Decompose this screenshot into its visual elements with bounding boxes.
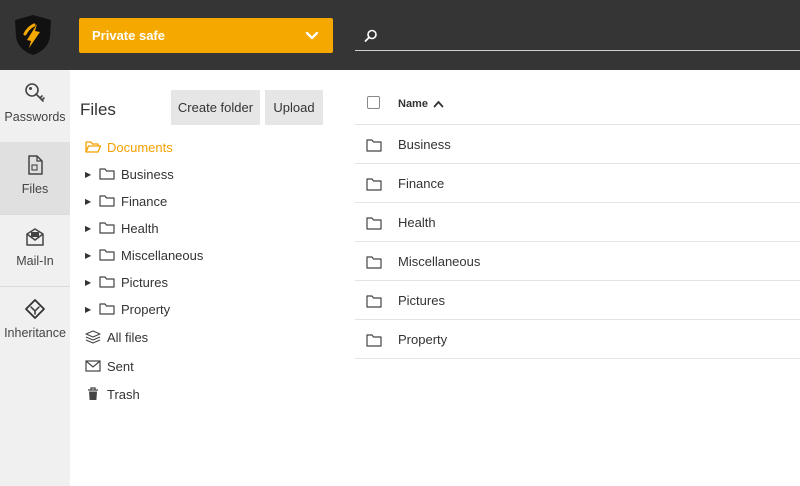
tree-node-label: Trash	[107, 386, 140, 402]
folder-icon	[366, 178, 382, 191]
name-column-label: Name	[398, 98, 428, 110]
tree-folder-finance[interactable]: ▶ Finance	[85, 190, 167, 212]
table-row[interactable]: Property	[355, 320, 800, 359]
rail-item-passwords[interactable]: Passwords	[0, 70, 70, 142]
expand-arrow-icon[interactable]: ▶	[85, 197, 95, 206]
tree-sent[interactable]: Sent	[85, 355, 134, 377]
tree-node-label: Documents	[107, 139, 173, 155]
row-name: Property	[398, 332, 448, 347]
rail-item-files[interactable]: Files	[0, 142, 70, 214]
tree-folder-property[interactable]: ▶ Property	[85, 298, 170, 320]
files-panel: Files Create folder Upload Documents ▶ B…	[70, 70, 340, 486]
folder-icon	[99, 168, 115, 180]
layers-icon	[85, 330, 101, 344]
tree-folder-business[interactable]: ▶ Business	[85, 163, 174, 185]
table-row[interactable]: Business	[355, 125, 800, 164]
tree-node-label: Finance	[121, 193, 168, 209]
tree-node-label: Sent	[107, 358, 134, 374]
folder-icon	[366, 139, 382, 152]
envelope-icon	[85, 360, 101, 372]
safe-selector-label: Private safe	[92, 28, 165, 43]
tree-node-label: Miscellaneous	[121, 247, 204, 263]
tree-folder-pictures[interactable]: ▶ Pictures	[85, 271, 168, 293]
tree-node-label: Business	[121, 166, 174, 182]
search-bar	[355, 22, 800, 51]
rail-item-mail-in[interactable]: Mail-In	[0, 214, 70, 286]
tree-trash[interactable]: Trash	[85, 383, 140, 405]
sort-ascending-icon	[433, 101, 444, 108]
table-row[interactable]: Health	[355, 203, 800, 242]
tree-node-label: All files	[107, 329, 149, 345]
key-icon	[25, 83, 45, 102]
mail-in-icon	[26, 228, 44, 246]
file-icon	[28, 155, 43, 175]
tree-node-label: Pictures	[121, 274, 168, 290]
tree-node-label: Property	[121, 301, 171, 317]
tree-folder-health[interactable]: ▶ Health	[85, 217, 159, 239]
expand-arrow-icon[interactable]: ▶	[85, 170, 95, 179]
folder-icon	[366, 334, 382, 347]
folder-open-icon	[85, 141, 101, 153]
tree-root-documents[interactable]: Documents	[85, 136, 173, 158]
expand-arrow-icon[interactable]: ▶	[85, 278, 95, 287]
listing-header: Name	[355, 70, 800, 125]
rail-item-label: Passwords	[4, 110, 66, 124]
expand-arrow-icon[interactable]: ▶	[85, 305, 95, 314]
tree-node-label: Health	[121, 220, 159, 236]
name-column-header[interactable]: Name	[398, 98, 444, 110]
safe-selector-dropdown[interactable]: Private safe	[79, 18, 333, 53]
table-row[interactable]: Pictures	[355, 281, 800, 320]
trash-icon	[88, 387, 98, 400]
left-rail: Passwords Files Mail-In Inheritance	[0, 70, 70, 486]
folder-icon	[99, 195, 115, 207]
expand-arrow-icon[interactable]: ▶	[85, 224, 95, 233]
search-input[interactable]	[387, 25, 787, 47]
row-name: Health	[398, 215, 436, 230]
chevron-down-icon	[305, 31, 319, 40]
row-name: Finance	[398, 176, 445, 191]
create-folder-button[interactable]: Create folder	[171, 90, 260, 125]
expand-arrow-icon[interactable]: ▶	[85, 251, 95, 260]
row-name: Pictures	[398, 293, 445, 308]
rail-item-label: Mail-In	[16, 254, 54, 268]
rail-item-label: Inheritance	[4, 326, 66, 340]
folder-icon	[366, 217, 382, 230]
folder-icon	[99, 276, 115, 288]
folder-icon	[366, 256, 382, 269]
folder-icon	[99, 303, 115, 315]
inheritance-icon	[25, 299, 45, 319]
table-row[interactable]: Miscellaneous	[355, 242, 800, 281]
folder-icon	[99, 249, 115, 261]
folder-icon	[366, 295, 382, 308]
tree-folder-miscellaneous[interactable]: ▶ Miscellaneous	[85, 244, 203, 266]
select-all-checkbox[interactable]	[367, 96, 380, 109]
top-bar: Private safe	[0, 0, 800, 70]
row-name: Miscellaneous	[398, 254, 481, 269]
search-icon	[364, 29, 377, 42]
rail-item-inheritance[interactable]: Inheritance	[0, 286, 70, 358]
upload-button[interactable]: Upload	[265, 90, 323, 125]
app-logo-icon[interactable]	[13, 14, 53, 56]
files-panel-title: Files	[80, 100, 116, 119]
row-name: Business	[398, 137, 451, 152]
rail-item-label: Files	[21, 182, 49, 196]
tree-all-files[interactable]: All files	[85, 326, 148, 348]
folder-icon	[99, 222, 115, 234]
table-row[interactable]: Finance	[355, 164, 800, 203]
